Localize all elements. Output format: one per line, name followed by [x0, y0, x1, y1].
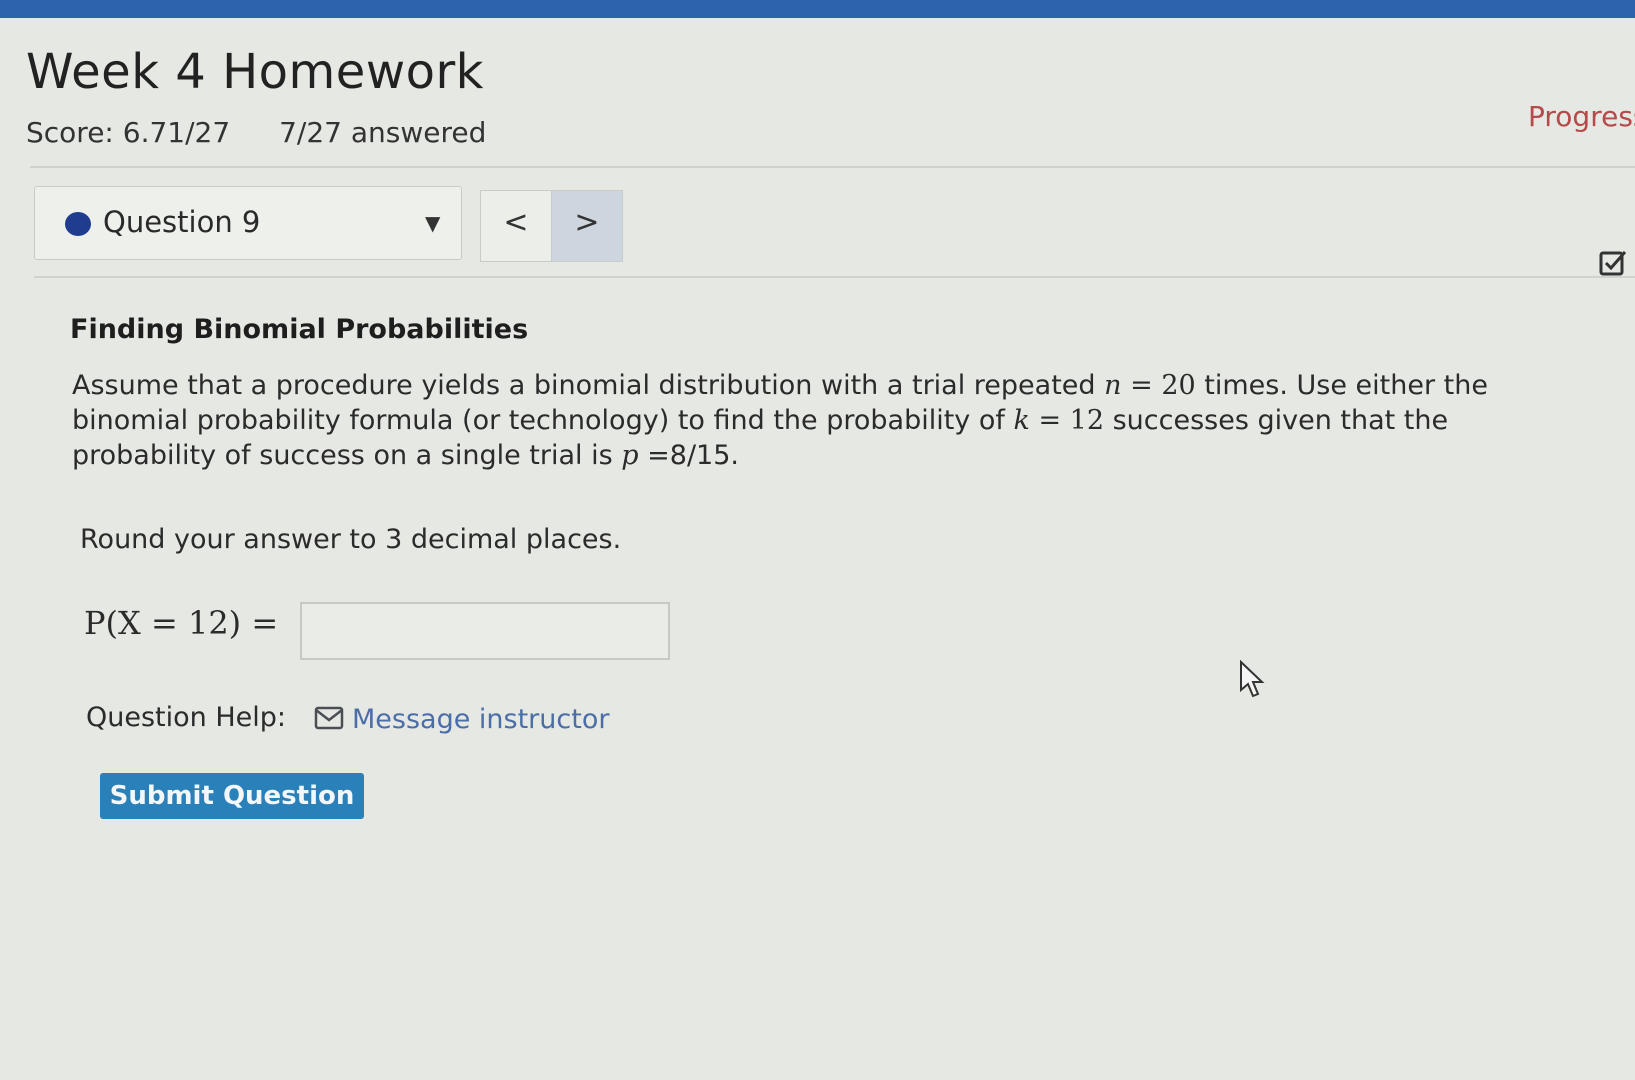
score-line: Score: 6.71/27 7/27 answered — [26, 116, 486, 149]
message-instructor-link[interactable]: Message instructor — [352, 704, 609, 735]
score-text: Score: 6.71/27 — [26, 116, 231, 149]
mouse-cursor-icon — [1240, 660, 1265, 698]
rounding-instruction: Round your answer to 3 decimal places. — [80, 524, 622, 555]
mail-icon[interactable] — [314, 706, 344, 730]
answered-count: 7/27 answered — [279, 116, 487, 149]
question-select-label: Question 9 — [103, 205, 261, 239]
submit-question-button[interactable]: Submit Question — [100, 773, 364, 819]
chevron-right-icon: > — [574, 205, 600, 240]
problem-text-part: Assume that a procedure yields a binomia… — [72, 370, 1105, 401]
progress-link[interactable]: Progress — [1528, 100, 1635, 133]
problem-statement: Assume that a procedure yields a binomia… — [72, 368, 1492, 473]
problem-title: Finding Binomial Probabilities — [70, 314, 529, 345]
math-equals: = — [1029, 405, 1070, 436]
math-variable-k: k — [1013, 405, 1030, 436]
math-variable-n: n — [1104, 370, 1122, 401]
next-question-button[interactable]: > — [551, 190, 623, 262]
edit-checkbox-icon[interactable] — [1598, 248, 1628, 278]
divider — [30, 166, 1635, 168]
assignment-title: Week 4 Homework — [26, 44, 484, 100]
math-value-n: 20 — [1161, 370, 1196, 401]
math-variable-p: p — [621, 440, 639, 471]
previous-question-button[interactable]: < — [480, 190, 552, 262]
question-status-dot-icon — [65, 212, 91, 236]
math-value-k: 12 — [1069, 405, 1105, 436]
question-select[interactable]: Question 9 ▼ — [34, 186, 462, 260]
page-content: Week 4 Homework Score: 6.71/27 7/27 answ… — [0, 18, 1635, 1080]
chevron-down-icon: ▼ — [425, 211, 441, 235]
math-equals: = — [1121, 370, 1162, 401]
answer-input[interactable] — [300, 602, 670, 660]
chevron-left-icon: < — [503, 205, 529, 240]
divider — [34, 276, 1635, 278]
math-value-p: =8/15. — [638, 440, 739, 471]
question-help-label: Question Help: — [86, 702, 286, 733]
answer-label: P(X = 12) = — [84, 604, 279, 642]
